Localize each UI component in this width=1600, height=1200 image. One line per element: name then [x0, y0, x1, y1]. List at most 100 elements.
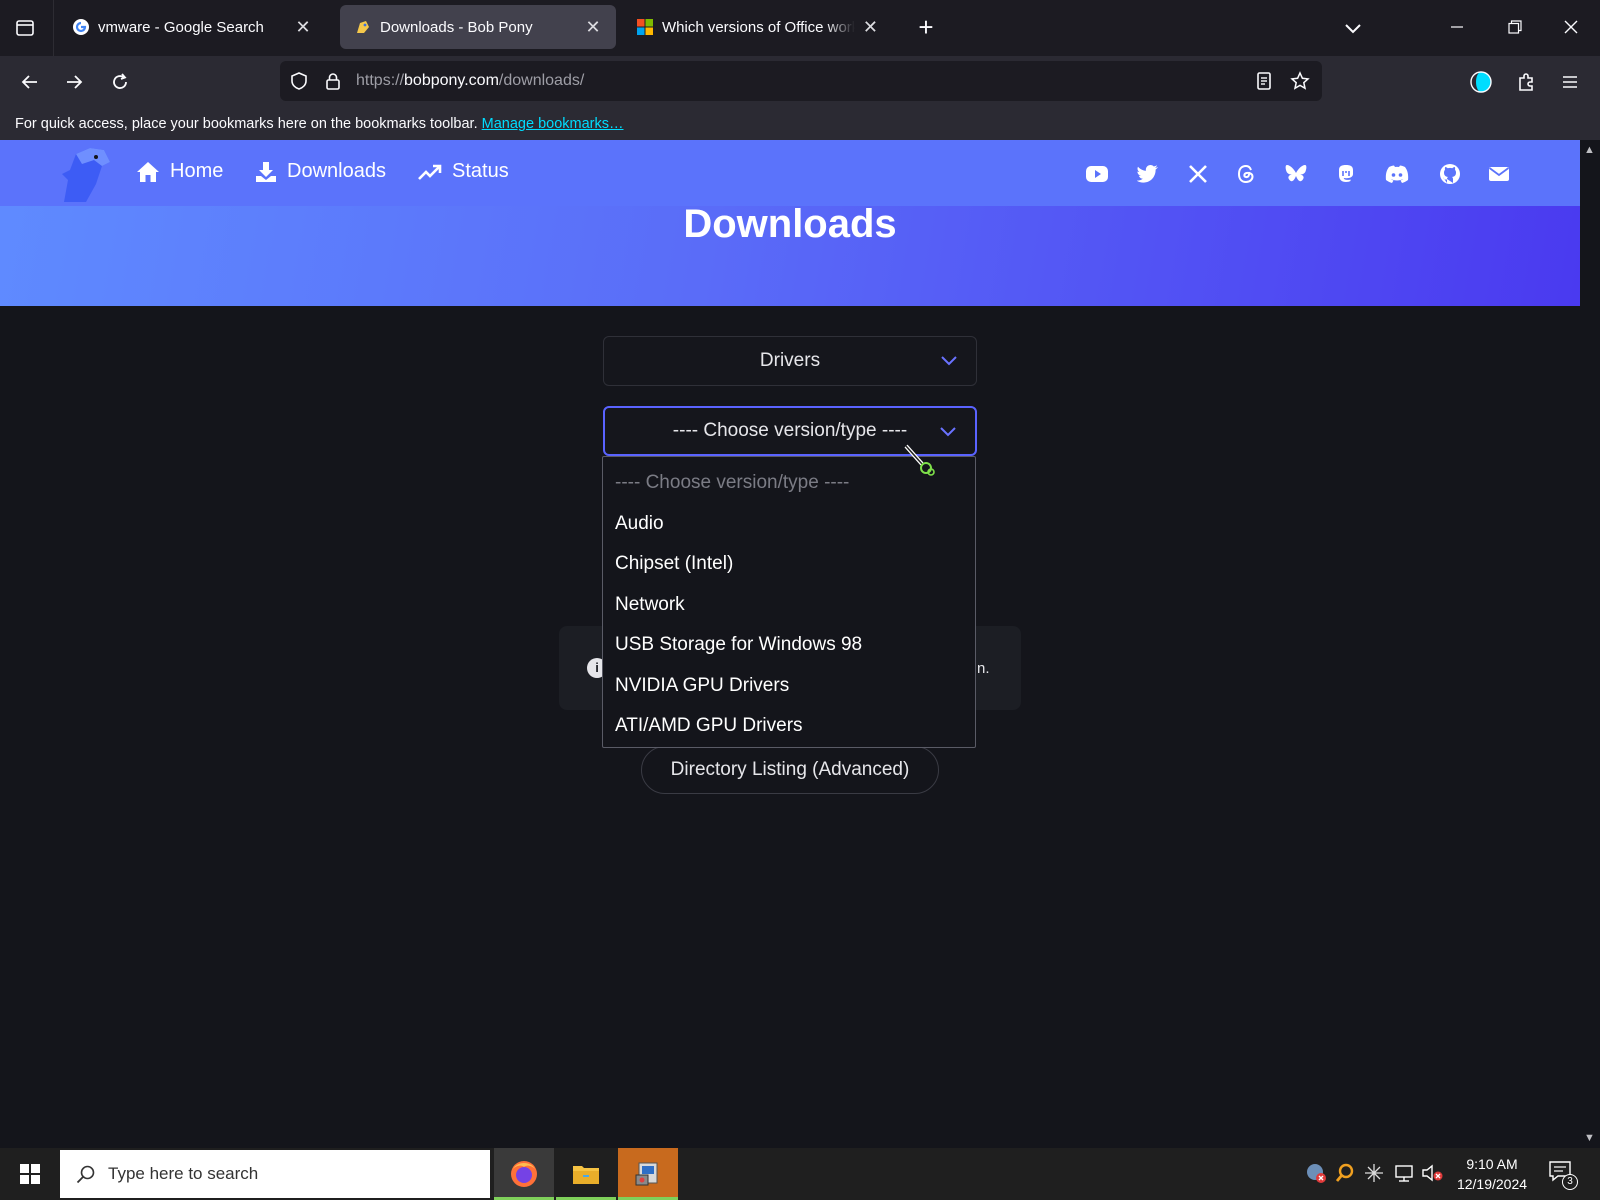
address-bar[interactable]: https://bobpony.com/downloads/: [280, 61, 1322, 101]
google-icon: [72, 18, 90, 36]
bluesky-icon: [1285, 165, 1307, 182]
windows-taskbar: Type here to search 9:10 AM 12/19/2024 3: [0, 1148, 1600, 1200]
clock-date: 12/19/2024: [1456, 1176, 1528, 1192]
taskbar-firefox[interactable]: [494, 1148, 554, 1200]
page-title: Downloads: [683, 202, 897, 246]
minimize-button[interactable]: [1444, 14, 1470, 40]
threads-link[interactable]: [1234, 162, 1258, 186]
reload-button[interactable]: [104, 66, 136, 98]
nav-home-label: Home: [170, 160, 224, 182]
microsoft-icon: [636, 18, 654, 36]
bobpony-logo[interactable]: [56, 144, 118, 206]
web-page: Home Downloads Status Downloads Drivers …: [0, 140, 1580, 1148]
tray-search-app[interactable]: [1334, 1162, 1356, 1184]
dropdown-option-ati-amd-gpu[interactable]: ATI/AMD GPU Drivers: [603, 710, 975, 751]
tab-title: Which versions of Office work with: [662, 18, 855, 36]
version-type-select-value: ---- Choose version/type ----: [672, 420, 908, 441]
taskbar-file-explorer[interactable]: [556, 1148, 616, 1200]
tracking-protection-shield-icon[interactable]: [289, 71, 309, 91]
x-link[interactable]: [1186, 162, 1210, 186]
tray-brightness[interactable]: [1363, 1162, 1385, 1184]
hamburger-menu-icon: [1563, 76, 1577, 88]
taskbar-clock[interactable]: 9:10 AM 12/19/2024: [1442, 1154, 1542, 1194]
nav-downloads[interactable]: Downloads: [255, 160, 386, 183]
app-menu-button[interactable]: [1554, 66, 1586, 98]
notification-count-badge: 3: [1562, 1174, 1578, 1190]
taskbar-search-placeholder: Type here to search: [108, 1164, 259, 1183]
download-icon: [256, 161, 276, 182]
twitter-link[interactable]: [1136, 162, 1160, 186]
github-link[interactable]: [1438, 162, 1462, 186]
email-link[interactable]: [1487, 162, 1511, 186]
close-tab-icon[interactable]: ✕: [294, 17, 312, 38]
account-button[interactable]: [1465, 66, 1497, 98]
dropdown-option-nvidia-gpu[interactable]: NVIDIA GPU Drivers: [603, 670, 975, 711]
search-icon: [76, 1165, 95, 1184]
mastodon-link[interactable]: [1334, 162, 1358, 186]
discord-link[interactable]: [1385, 162, 1409, 186]
nav-home[interactable]: Home: [136, 160, 223, 183]
firefox-view-icon: [16, 20, 34, 36]
manage-bookmarks-link[interactable]: Manage bookmarks…: [482, 116, 624, 132]
tab-bobpony-downloads[interactable]: Downloads - Bob Pony ✕: [340, 5, 616, 49]
taskbar-search-box[interactable]: Type here to search: [60, 1150, 490, 1198]
start-button[interactable]: [0, 1148, 60, 1200]
sparkle-icon: [1365, 1164, 1383, 1182]
home-icon: [137, 161, 159, 182]
close-tab-icon[interactable]: ✕: [863, 17, 878, 38]
dropdown-option-usb-storage-win98[interactable]: USB Storage for Windows 98: [603, 629, 975, 670]
back-button[interactable]: [14, 66, 46, 98]
threads-icon: [1237, 164, 1254, 184]
file-explorer-icon: [573, 1166, 599, 1184]
dropdown-option-network[interactable]: Network: [603, 589, 975, 630]
scroll-up-arrow-icon[interactable]: ▲: [1584, 144, 1595, 156]
list-all-tabs-button[interactable]: [1340, 16, 1366, 42]
puzzle-piece-icon: [1519, 73, 1533, 91]
clock-time: 9:10 AM: [1466, 1156, 1518, 1172]
lock-icon[interactable]: [323, 71, 343, 91]
dropdown-option-chipset-intel[interactable]: Chipset (Intel): [603, 548, 975, 589]
new-tab-button[interactable]: +: [910, 12, 942, 44]
bookmark-star-icon[interactable]: [1290, 71, 1310, 91]
trend-up-icon: [418, 164, 442, 180]
chevron-down-icon: [1345, 24, 1361, 34]
nav-status[interactable]: Status: [418, 160, 509, 183]
extensions-button[interactable]: [1510, 66, 1542, 98]
tray-defender[interactable]: [1305, 1162, 1327, 1184]
url-scheme: https://: [356, 72, 405, 89]
dropdown-option-audio[interactable]: Audio: [603, 508, 975, 549]
page-scrollbar[interactable]: ▲ ▼: [1580, 140, 1600, 1148]
category-select-value: Drivers: [759, 350, 821, 371]
youtube-icon: [1086, 166, 1108, 182]
forward-button[interactable]: [58, 66, 90, 98]
bluesky-link[interactable]: [1284, 162, 1308, 186]
github-icon: [1440, 164, 1460, 184]
close-window-button[interactable]: [1558, 14, 1584, 40]
firefox-view-button[interactable]: [10, 13, 40, 43]
directory-listing-button[interactable]: Directory Listing (Advanced): [641, 746, 939, 794]
tray-volume[interactable]: [1421, 1162, 1443, 1184]
taskbar-installer-app[interactable]: [618, 1148, 678, 1200]
action-center-button[interactable]: 3: [1548, 1160, 1578, 1190]
tab-title: Downloads - Bob Pony: [380, 18, 533, 36]
tab-google-search[interactable]: vmware - Google Search ✕: [58, 5, 326, 49]
network-icon: [1395, 1165, 1413, 1182]
mastodon-icon: [1339, 165, 1353, 182]
tray-network[interactable]: [1393, 1162, 1415, 1184]
chevron-down-icon: [940, 427, 956, 437]
tab-office-versions[interactable]: Which versions of Office work with ✕: [622, 5, 892, 49]
windows-logo-icon: [20, 1164, 40, 1184]
installer-icon: [635, 1162, 658, 1186]
scroll-down-arrow-icon[interactable]: ▼: [1584, 1132, 1595, 1144]
tab-strip: vmware - Google Search ✕ Downloads - Bob…: [0, 0, 1600, 56]
nav-downloads-label: Downloads: [287, 160, 386, 182]
reader-view-icon[interactable]: [1254, 71, 1274, 91]
restore-button[interactable]: [1502, 14, 1528, 40]
close-tab-icon[interactable]: ✕: [584, 17, 602, 38]
category-select[interactable]: Drivers: [603, 336, 977, 386]
url-text[interactable]: https://bobpony.com/downloads/: [356, 72, 584, 90]
x-icon: [1189, 165, 1207, 183]
bookmarks-toolbar: For quick access, place your bookmarks h…: [0, 108, 1600, 140]
youtube-link[interactable]: [1085, 162, 1109, 186]
email-icon: [1488, 167, 1510, 181]
